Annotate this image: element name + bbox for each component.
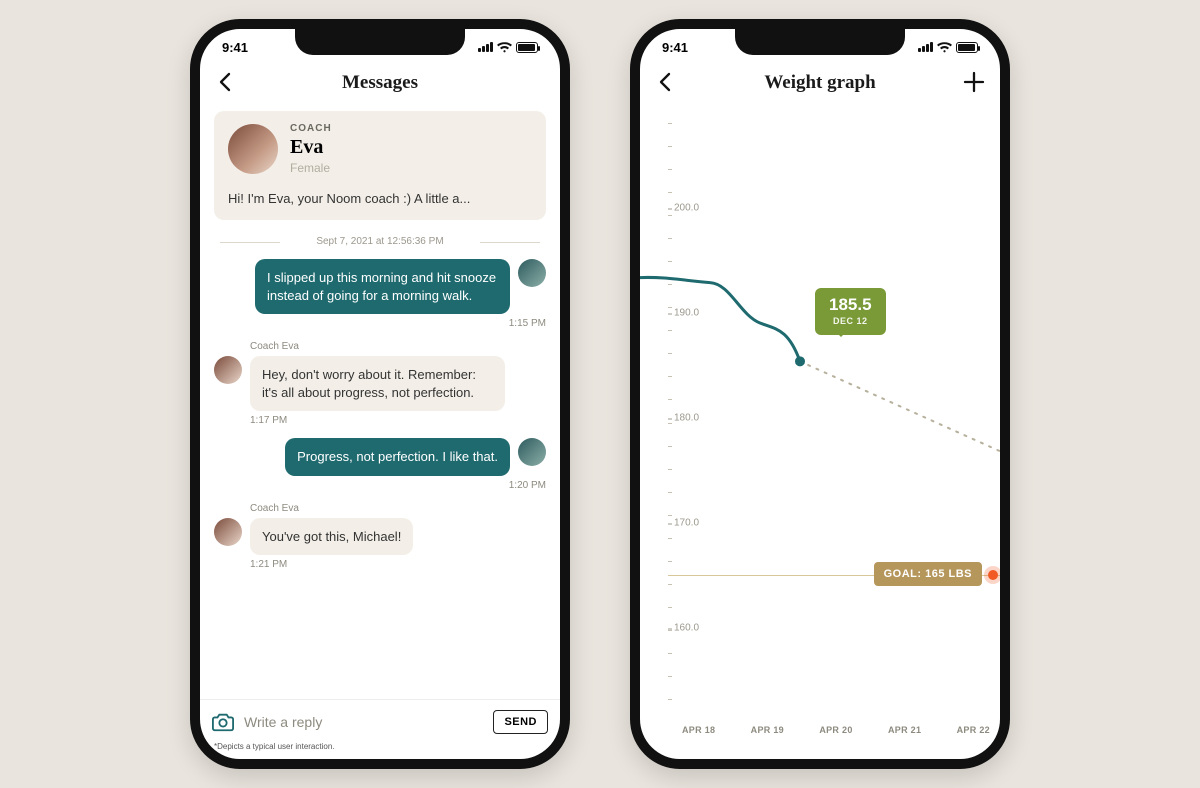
x-label: APR 18 [682,725,715,735]
page-title: Weight graph [764,72,875,94]
message-row-sent: I slipped up this morning and hit snooze… [214,259,546,314]
data-point-current [795,356,805,366]
x-label: APR 21 [888,725,921,735]
page-title: Messages [342,72,418,94]
reply-input[interactable]: Write a reply [244,714,483,730]
wifi-icon [497,42,512,53]
message-time: 1:15 PM [214,318,546,329]
coach-avatar [228,124,278,174]
back-icon[interactable] [654,70,678,94]
battery-icon [956,42,978,53]
coach-intro-text: Hi! I'm Eva, your Noom coach :) A little… [228,191,532,206]
signal-icon [478,42,493,52]
coach-role-label: COACH [290,123,332,134]
back-icon[interactable] [214,70,238,94]
message-row-sent: Progress, not perfection. I like that. [214,438,546,476]
date-divider: Sept 7, 2021 at 12:56:36 PM [214,236,546,247]
message-time: 1:21 PM [250,559,546,570]
phone-notch [735,29,905,55]
x-axis-labels: APR 18 APR 19 APR 20 APR 21 APR 22 [682,725,990,735]
x-label: APR 19 [751,725,784,735]
camera-icon[interactable] [212,712,234,732]
status-indicators [478,42,538,53]
message-bubble[interactable]: You've got this, Michael! [250,518,413,556]
coach-avatar-small [214,356,242,384]
phone-notch [295,29,465,55]
user-avatar [518,259,546,287]
messages-body: COACH Eva Female Hi! I'm Eva, your Noom … [200,103,560,699]
weight-chart[interactable]: 200.0 190.0 180.0 170.0 160.0 [640,103,1000,759]
coach-card[interactable]: COACH Eva Female Hi! I'm Eva, your Noom … [214,111,546,220]
weight-line-projected [800,361,1000,451]
message-bubble[interactable]: I slipped up this morning and hit snooze… [255,259,510,314]
battery-icon [516,42,538,53]
disclaimer-text: *Depicts a typical user interaction. [200,738,560,759]
status-time: 9:41 [662,40,688,55]
tooltip-value: 185.5 [829,295,872,314]
status-indicators [918,42,978,53]
phone-weight-graph: 9:41 Weight graph 200.0 190.0 180.0 170.… [630,19,1010,769]
message-row-received: Hey, don't worry about it. Remember: it'… [214,356,546,411]
chart-svg [640,103,1000,759]
sender-label: Coach Eva [250,503,546,514]
messages-header: Messages [200,63,560,103]
goal-badge: GOAL: 165 LBS [874,562,982,586]
coach-subtitle: Female [290,161,332,175]
user-avatar [518,438,546,466]
plus-icon[interactable] [962,70,986,94]
message-bubble[interactable]: Progress, not perfection. I like that. [285,438,510,476]
weight-line-actual [640,277,800,361]
send-button[interactable]: SEND [493,710,548,734]
tooltip-date: DEC 12 [829,317,872,327]
coach-name: Eva [290,136,332,159]
composer: Write a reply SEND [200,699,560,738]
goal-dot-icon [988,570,998,580]
graph-header: Weight graph [640,63,1000,103]
weight-tooltip: 185.5 DEC 12 [815,288,886,335]
phone-messages: 9:41 Messages COACH Eva Female [190,19,570,769]
status-time: 9:41 [222,40,248,55]
message-row-received: You've got this, Michael! [214,518,546,556]
coach-avatar-small [214,518,242,546]
message-time: 1:20 PM [214,480,546,491]
signal-icon [918,42,933,52]
message-time: 1:17 PM [250,415,546,426]
message-bubble[interactable]: Hey, don't worry about it. Remember: it'… [250,356,505,411]
x-label: APR 22 [957,725,990,735]
wifi-icon [937,42,952,53]
sender-label: Coach Eva [250,341,546,352]
x-label: APR 20 [819,725,852,735]
